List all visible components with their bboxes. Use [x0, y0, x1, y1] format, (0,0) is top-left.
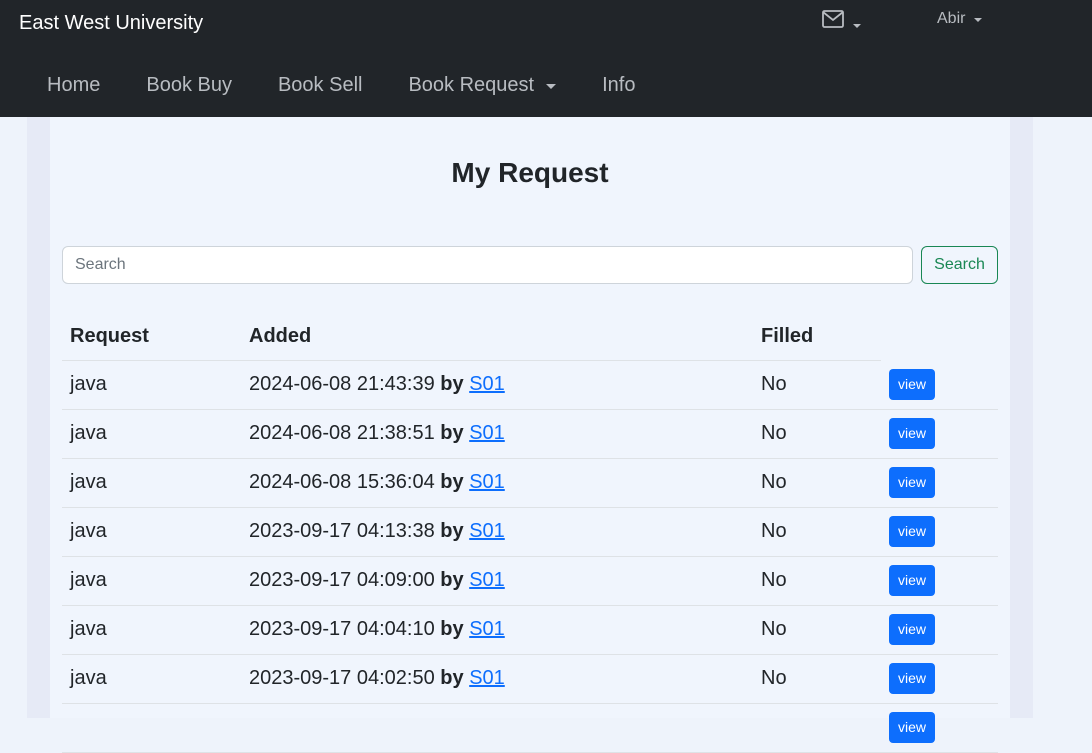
- filled-cell: No: [753, 605, 881, 655]
- user-link[interactable]: S01: [469, 422, 505, 444]
- view-button[interactable]: view: [889, 467, 935, 498]
- added-timestamp: 2023-09-17 04:02:50: [249, 667, 435, 689]
- filled-cell: No: [753, 556, 881, 606]
- user-link[interactable]: S01: [469, 471, 505, 493]
- table-row: java 2023-09-17 04:09:00 by S01 No view: [62, 556, 998, 606]
- user-link[interactable]: S01: [469, 520, 505, 542]
- added-cell: 2023-09-17 04:13:38 by S01: [241, 507, 753, 557]
- user-link[interactable]: S01: [469, 569, 505, 591]
- user-link[interactable]: S01: [469, 618, 505, 640]
- user-link[interactable]: S01: [469, 667, 505, 689]
- brand-title[interactable]: East West University: [19, 12, 203, 35]
- by-label: by: [440, 618, 464, 640]
- filled-cell: No: [753, 360, 881, 410]
- col-header-filled: Filled: [753, 313, 881, 361]
- filled-cell: No: [753, 507, 881, 557]
- col-header-request: Request: [62, 313, 241, 361]
- search-button[interactable]: Search: [921, 246, 998, 284]
- nav-book-sell[interactable]: Book Sell: [278, 74, 363, 97]
- request-cell: java: [62, 654, 241, 704]
- by-label: by: [440, 667, 464, 689]
- request-cell: [62, 703, 241, 753]
- main-menu: Home Book Buy Book Sell Book Request Inf…: [47, 74, 681, 97]
- user-menu[interactable]: Abir: [937, 10, 983, 28]
- request-cell: java: [62, 507, 241, 557]
- added-cell: 2024-06-08 15:36:04 by S01: [241, 458, 753, 508]
- col-header-action: [881, 313, 998, 360]
- chevron-down-icon: [974, 17, 983, 22]
- table-row: java 2024-06-08 21:43:39 by S01 No view: [62, 360, 998, 410]
- action-cell: view: [881, 605, 998, 655]
- added-timestamp: 2023-09-17 04:09:00: [249, 569, 435, 591]
- view-button[interactable]: view: [889, 418, 935, 449]
- by-label: by: [440, 520, 464, 542]
- added-cell: 2023-09-17 04:04:10 by S01: [241, 605, 753, 655]
- nav-info[interactable]: Info: [602, 74, 635, 97]
- added-timestamp: 2023-09-17 04:13:38: [249, 520, 435, 542]
- view-button[interactable]: view: [889, 368, 935, 400]
- request-cell: java: [62, 409, 241, 459]
- chevron-down-icon: [546, 83, 557, 89]
- filled-cell: [753, 703, 881, 753]
- mail-icon: [822, 10, 844, 28]
- filled-cell: No: [753, 458, 881, 508]
- user-link[interactable]: S01: [469, 373, 505, 395]
- chevron-down-icon: [853, 24, 861, 28]
- messages-dropdown[interactable]: [822, 10, 861, 28]
- added-cell: 2023-09-17 04:09:00 by S01: [241, 556, 753, 606]
- view-button[interactable]: view: [889, 712, 935, 743]
- added-timestamp: 2024-06-08 21:43:39: [249, 373, 435, 395]
- table-row: java 2024-06-08 21:38:51 by S01 No view: [62, 409, 998, 459]
- request-cell: java: [62, 605, 241, 655]
- col-header-added: Added: [241, 313, 753, 361]
- added-cell: 2024-06-08 21:38:51 by S01: [241, 409, 753, 459]
- added-cell: 2024-06-08 21:43:39 by S01: [241, 360, 753, 410]
- nav-book-request-dropdown[interactable]: Book Request: [408, 74, 557, 97]
- view-button[interactable]: view: [889, 663, 935, 694]
- action-cell: view: [881, 409, 998, 459]
- by-label: by: [440, 422, 464, 444]
- action-cell: view: [881, 654, 998, 704]
- filled-cell: No: [753, 409, 881, 459]
- table-row: java 2023-09-17 04:02:50 by S01 No view: [62, 654, 998, 704]
- request-cell: java: [62, 360, 241, 410]
- table-row: java 2024-06-08 15:36:04 by S01 No view: [62, 458, 998, 508]
- requests-table: Request Added Filled java 2024-06-08 21:4…: [62, 313, 998, 753]
- action-cell: view: [881, 360, 998, 410]
- user-name: Abir: [937, 10, 966, 27]
- table-row: view: [62, 703, 998, 753]
- by-label: by: [440, 471, 464, 493]
- action-cell: view: [881, 507, 998, 557]
- by-label: by: [440, 569, 464, 591]
- request-cell: java: [62, 556, 241, 606]
- added-timestamp: 2024-06-08 21:38:51: [249, 422, 435, 444]
- search-input[interactable]: [62, 246, 913, 284]
- by-label: by: [440, 373, 464, 395]
- request-cell: java: [62, 458, 241, 508]
- added-cell: [241, 703, 753, 753]
- page-title: My Request: [451, 157, 609, 188]
- added-timestamp: 2024-06-08 15:36:04: [249, 471, 435, 493]
- table-row: java 2023-09-17 04:04:10 by S01 No view: [62, 605, 998, 655]
- added-cell: 2023-09-17 04:02:50 by S01: [241, 654, 753, 704]
- filled-cell: No: [753, 654, 881, 704]
- nav-home[interactable]: Home: [47, 74, 100, 97]
- table-row: java 2023-09-17 04:13:38 by S01 No view: [62, 507, 998, 557]
- view-button[interactable]: view: [889, 614, 935, 645]
- nav-book-buy[interactable]: Book Buy: [146, 74, 232, 97]
- table-header-row: Request Added Filled: [62, 313, 998, 361]
- view-button[interactable]: view: [889, 516, 935, 547]
- action-cell: view: [881, 703, 998, 753]
- action-cell: view: [881, 556, 998, 606]
- action-cell: view: [881, 458, 998, 508]
- top-navbar: East West University Abir Home Book Buy …: [0, 0, 1092, 117]
- view-button[interactable]: view: [889, 565, 935, 596]
- added-timestamp: 2023-09-17 04:04:10: [249, 618, 435, 640]
